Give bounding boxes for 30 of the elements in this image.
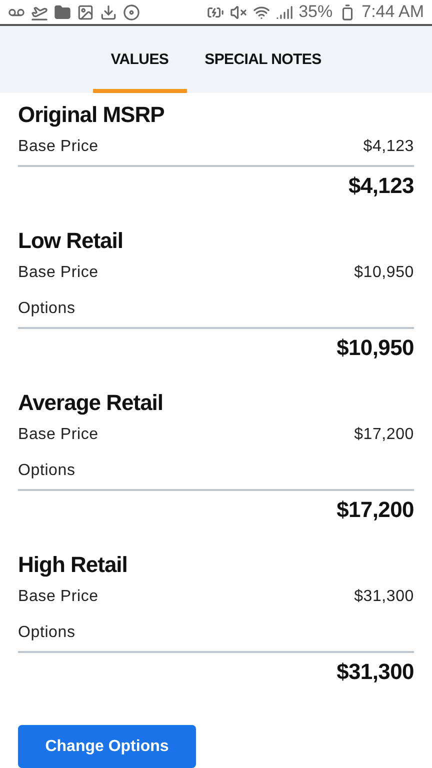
row-value: $10,950 (354, 264, 414, 282)
total-value: $17,200 (336, 497, 414, 523)
total-value: $31,300 (336, 659, 414, 685)
total-value: $10,950 (336, 335, 414, 361)
download-icon (100, 4, 117, 21)
total-value: $4,123 (348, 173, 414, 199)
tab[interactable]: SPECIAL NOTES (186, 30, 340, 93)
row-value: $17,200 (354, 426, 414, 444)
row-label: Base Price (18, 588, 98, 606)
image-icon (77, 4, 94, 21)
signal-icon (276, 4, 293, 21)
row-label: Options (18, 300, 76, 318)
row-value: $31,300 (354, 588, 414, 606)
section-title: Average Retail (18, 389, 164, 417)
disc-icon (123, 4, 140, 21)
row-label: Base Price (18, 264, 98, 282)
row-label: Options (18, 624, 76, 642)
tab[interactable]: VALUES (92, 30, 187, 93)
section-title: Low Retail (18, 227, 124, 255)
section-title: High Retail (18, 551, 128, 579)
row-label: Base Price (18, 138, 98, 156)
change-options-button[interactable]: Change Options (18, 725, 196, 768)
clock-time: 7:44 AM (362, 2, 424, 22)
folder-icon (54, 4, 71, 21)
row-label: Options (18, 462, 76, 480)
mute-icon (230, 4, 247, 21)
section-title: Original MSRP (18, 101, 166, 129)
battery-percent: 35% (298, 2, 333, 22)
row-value: $4,123 (363, 138, 414, 156)
row-label: Base Price (18, 426, 98, 444)
